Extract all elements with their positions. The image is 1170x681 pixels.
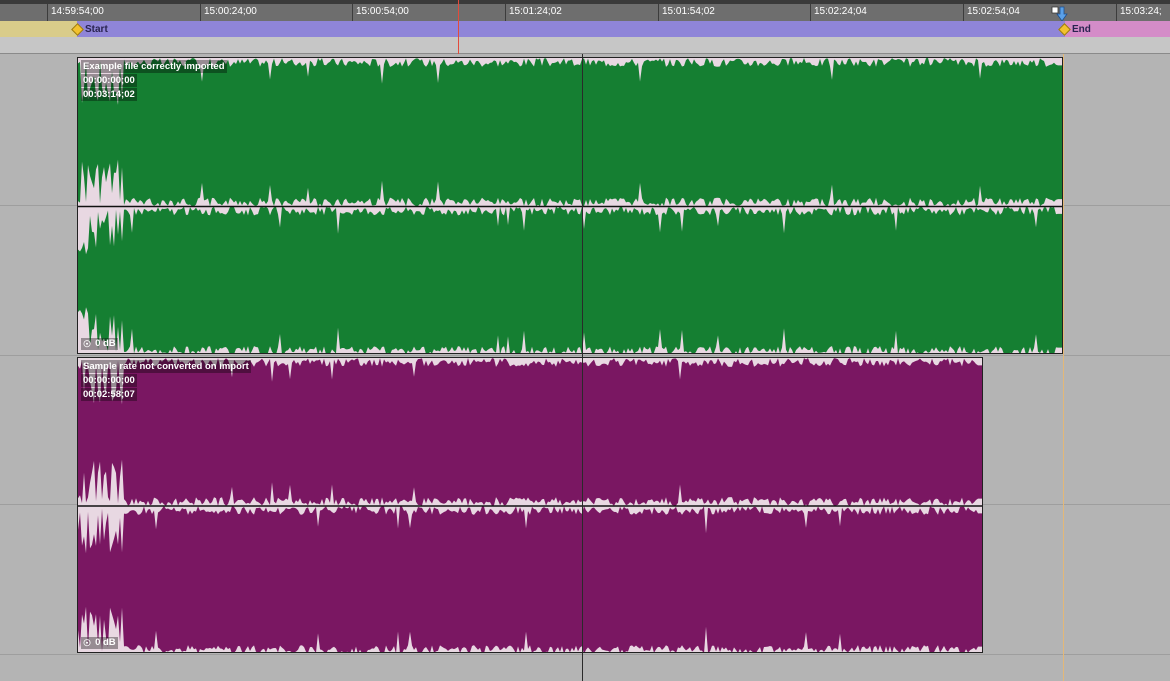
- lane-divider: [0, 355, 1170, 356]
- end-marker[interactable]: End: [1058, 21, 1091, 37]
- waveform-channel: [78, 358, 982, 506]
- waveform-channel: [78, 206, 1062, 353]
- end-diamond-icon: [1058, 22, 1071, 36]
- waveform-channel: [78, 506, 982, 652]
- ruler-tick: 14:59:54;00: [47, 4, 104, 21]
- ruler-tick: 15:00:54;00: [352, 4, 409, 21]
- ruler-tick: 15:00:24;00: [200, 4, 257, 21]
- start-marker[interactable]: Start: [71, 21, 108, 37]
- clip-name: Sample rate not converted on import: [81, 360, 251, 373]
- clip-gain-value: 0 dB: [95, 338, 116, 349]
- ruler-tick-label: 15:02:54;04: [967, 6, 1020, 17]
- ruler-spacer: [0, 37, 1170, 54]
- end-marker-line: [1063, 54, 1064, 681]
- ruler-tick-label: 14:59:54;00: [51, 6, 104, 17]
- ruler-tick-label: 15:00:54;00: [356, 6, 409, 17]
- audio-clip-correct[interactable]: Example file correctly imported 00:00:00…: [77, 57, 1063, 354]
- ruler-tick: 15:02:54;04: [963, 4, 1020, 21]
- pre-start-region: [0, 21, 77, 37]
- audio-clip-unconverted[interactable]: Sample rate not converted on import 00:0…: [77, 357, 983, 653]
- gain-knob-icon: ☉: [83, 638, 92, 648]
- timeline-ruler[interactable]: 14:59:54;00 15:00:24;00 15:00:54;00 15:0…: [0, 0, 1170, 22]
- end-marker-label: End: [1072, 23, 1091, 35]
- ruler-tick-label: 15:02:24;04: [814, 6, 867, 17]
- clip-gain-value: 0 dB: [95, 637, 116, 648]
- start-marker-label: Start: [85, 23, 108, 35]
- ruler-tick-label: 15:03:24;: [1120, 6, 1162, 17]
- ruler-tick-label: 15:01:54;02: [662, 6, 715, 17]
- clip-name: Example file correctly imported: [81, 60, 227, 73]
- edit-cursor-line[interactable]: [582, 54, 583, 681]
- clip-gain-control[interactable]: ☉ 0 dB: [81, 338, 118, 350]
- ruler-tick: 15:02:24;04: [810, 4, 867, 21]
- ruler-tick-label: 15:01:24;02: [509, 6, 562, 17]
- clip-duration: 00:03:14;02: [81, 88, 137, 101]
- ruler-tick: 15:03:24;: [1116, 4, 1162, 21]
- clip-waveform: [78, 58, 1062, 353]
- ruler-tick-label: 15:00:24;00: [204, 6, 257, 17]
- waveform-channel: [78, 58, 1062, 207]
- ruler-tick: 15:01:54;02: [658, 4, 715, 21]
- playhead-line[interactable]: [458, 0, 459, 54]
- ruler-tick: 15:01:24;02: [505, 4, 562, 21]
- gain-knob-icon: ☉: [83, 339, 92, 349]
- clip-waveform: [78, 358, 982, 652]
- clip-start-time: 00:00:00;00: [81, 374, 137, 387]
- clip-gain-control[interactable]: ☉ 0 dB: [81, 637, 118, 649]
- marker-bar[interactable]: Start End: [0, 21, 1170, 37]
- clip-start-time: 00:00:00;00: [81, 74, 137, 87]
- clip-duration: 00:02:58;07: [81, 388, 137, 401]
- start-diamond-icon: [71, 22, 84, 36]
- lane-divider: [0, 654, 1170, 655]
